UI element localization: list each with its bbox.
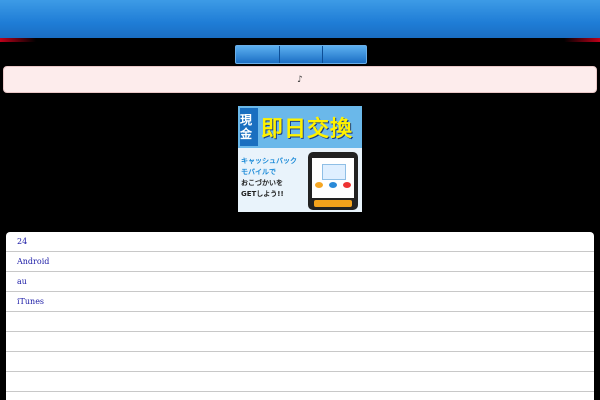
notice-box: ♪ (3, 66, 597, 93)
nav-tab-1[interactable] (236, 46, 280, 63)
list-item[interactable] (6, 312, 594, 332)
banner-side-kanji: 現金 (240, 108, 258, 146)
list-item[interactable]: 24 (6, 232, 594, 252)
promo-line-3: おこづかいを (241, 179, 283, 187)
banner-side-kanji-text: 現金 (240, 113, 253, 141)
partner-logos (315, 182, 351, 190)
list-item-label: 24 (17, 237, 28, 246)
nav-tabs (235, 45, 367, 64)
cashback-banner[interactable]: 現金 即日交換 キャッシュバック モバイルで おこづかいを GETしよう!! (238, 106, 362, 212)
promo-line-2: モバイルで (241, 168, 276, 176)
list-item[interactable]: Android (6, 252, 594, 272)
banner-promo-area: キャッシュバック モバイルで おこづかいを GETしよう!! (238, 148, 362, 212)
site-header (0, 0, 600, 38)
phone-screen (312, 158, 354, 198)
app-badge-icon (322, 164, 346, 180)
promo-line-1: キャッシュバック (241, 157, 297, 165)
phone-illustration (308, 152, 358, 210)
banner-headline-area: 現金 即日交換 (238, 106, 362, 148)
logo-dot-icon (315, 182, 323, 188)
promo-line-4: GETしよう!! (241, 190, 284, 198)
list-item[interactable] (6, 332, 594, 352)
list-item[interactable]: iTunes (6, 292, 594, 312)
list-item-label: Android (17, 257, 50, 266)
music-note-icon: ♪ (297, 74, 303, 85)
list-item[interactable] (6, 352, 594, 372)
logo-dot-icon (343, 182, 351, 188)
banner-promo-text: キャッシュバック モバイルで おこづかいを GETしよう!! (241, 156, 307, 200)
list-item[interactable]: au (6, 272, 594, 292)
category-list: 24 Android au iTunes (6, 232, 594, 400)
banner-headline: 即日交換 (261, 117, 354, 142)
header-accent-stripe (0, 38, 600, 42)
phone-exchange-button-graphic (314, 200, 352, 207)
nav-tab-3[interactable] (323, 46, 366, 63)
list-item-label: iTunes (17, 297, 45, 306)
logo-dot-icon (329, 182, 337, 188)
nav-tab-2[interactable] (280, 46, 324, 63)
list-item[interactable] (6, 372, 594, 392)
list-item-label: au (17, 277, 27, 286)
